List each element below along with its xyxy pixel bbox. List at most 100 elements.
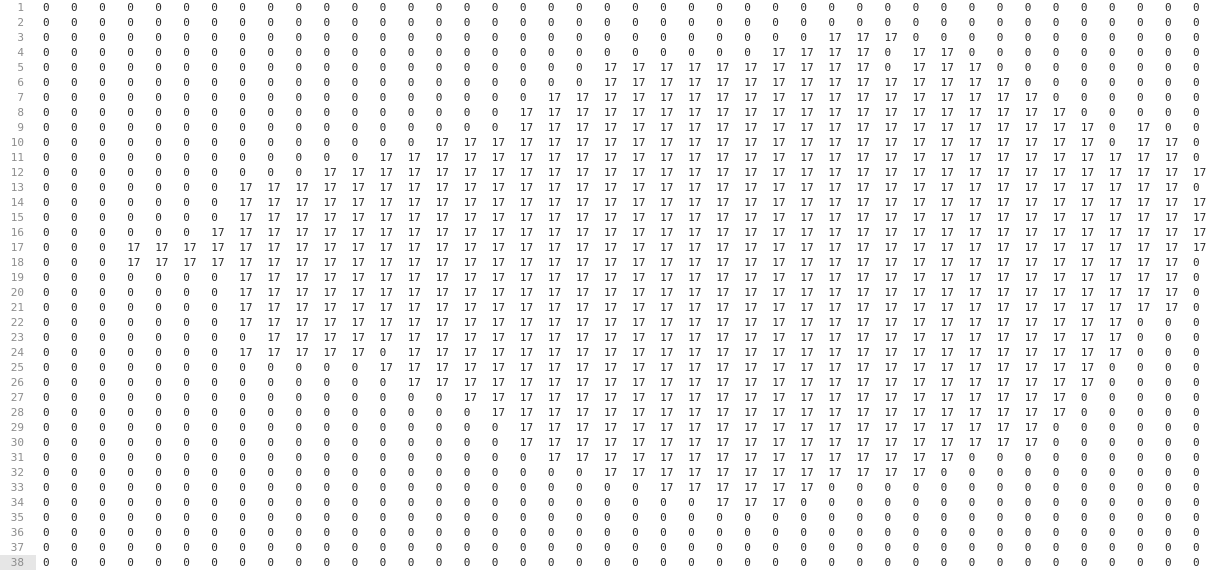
grid-value: 0 xyxy=(71,121,78,134)
grid-value: 0 xyxy=(1165,406,1172,419)
grid-value: 17 xyxy=(940,421,954,434)
grid-value: 17 xyxy=(632,241,646,254)
code-line[interactable]: 0 0 0 0 0 0 0 0 0 0 17 17 17 17 17 17 17 17 17 17 17 17 17 17 17… xyxy=(36,165,1212,180)
grid-value: 0 xyxy=(856,541,864,554)
grid-value: 17 xyxy=(968,406,982,419)
grid-value: 17 xyxy=(856,196,870,209)
grid-value: 17 xyxy=(323,256,337,269)
grid-value: 0 xyxy=(576,526,583,539)
code-line[interactable]: 0 0 0 0 0 0 0 17 17 17 17 17 0 17 17 17 17 17 17 17 17 17 17 17… xyxy=(36,345,1212,360)
grid-value: 17 xyxy=(491,196,506,209)
grid-value: 17 xyxy=(828,271,842,284)
grid-value: 17 xyxy=(688,421,702,434)
grid-value: 17 xyxy=(996,331,1010,344)
code-line[interactable]: 0 0 0 0 0 0 0 0 0 0 0 0 0 0 0 0 0 17 17 17 17 17 17 17 17 17 17 17 1… xyxy=(36,420,1212,435)
grid-value: 17 xyxy=(1108,226,1123,239)
grid-value: 0 xyxy=(1137,511,1144,524)
grid-value: 17 xyxy=(1080,166,1095,179)
grid-value: 17 xyxy=(576,106,590,119)
grid-value: 0 xyxy=(1193,121,1200,134)
code-area[interactable]: 0000000000000000000000000000000000000000… xyxy=(36,0,1212,574)
line-number: 9 xyxy=(17,121,24,134)
grid-value: 0 xyxy=(1024,496,1032,509)
code-line[interactable]: 0 0 0 0 0 0 17 17 17 17 17 17 17 17 17 17 17 17 17 17 17 17 17… xyxy=(36,225,1212,240)
code-line[interactable]: 0 0 0 0 0 0 0 0 0 0 0 0 0 0 0 0 0 0 0 0 17 17 17 17 17 17 17 17 17 17… xyxy=(36,60,1212,75)
code-line[interactable]: 0000000000000000000000000000000000000000… xyxy=(36,540,1212,555)
code-line[interactable]: 0 0 0 0 0 0 0 0 0 0 0 0 0 0 0 0 0 17 17 17 17 17 17 17 17 17 17 17 1… xyxy=(36,435,1212,450)
grid-value: 17 xyxy=(716,361,730,374)
grid-value: 0 xyxy=(1165,346,1172,359)
grid-value: 0 xyxy=(435,421,443,434)
grid-value: 17 xyxy=(716,376,730,389)
grid-value: 17 xyxy=(660,436,674,449)
code-line[interactable]: 0 0 0 0 0 0 0 0 0 0 0 0 0 0 0 0 0 17 17 17 17 17 17 17 17 17 17 17 1… xyxy=(36,120,1212,135)
code-line[interactable]: 0 0 0 0 0 0 0 0 0 0 0 0 0 17 17 17 17 17 17 17 17 17 17 17 17 17 1… xyxy=(36,375,1212,390)
code-line[interactable]: 0 0 0 17 17 17 17 17 17 17 17 17 17 17 17 17 17 17 17 17 17 1… xyxy=(36,240,1212,255)
grid-value: 0 xyxy=(1024,511,1032,524)
grid-value: 0 xyxy=(912,481,920,494)
code-line[interactable]: 0 0 0 0 0 0 0 17 17 17 17 17 17 17 17 17 17 17 17 17 17 17 17 1… xyxy=(36,210,1212,225)
grid-value: 17 xyxy=(884,361,898,374)
code-line[interactable]: 0 0 0 0 0 0 0 0 0 0 0 0 0 0 0 0 0 0 0 0 0 0 17 17 17 17 17 17 0 0 0 0 0 0… xyxy=(36,480,1212,495)
grid-value: 17 xyxy=(856,451,870,464)
code-line[interactable]: 0000000000000000000000000000000000000000… xyxy=(36,15,1212,30)
code-line[interactable]: 0 0 0 17 17 17 17 17 17 17 17 17 17 17 17 17 17 17 17 17 17 1… xyxy=(36,255,1212,270)
code-line[interactable]: 0 0 0 0 0 0 0 0 0 0 0 0 0 0 0 0 0 0 0 0 17 17 17 17 17 17 17 17 17 17… xyxy=(36,75,1212,90)
grid-value: 0 xyxy=(1165,121,1172,134)
code-line[interactable]: 0 0 0 0 0 0 0 0 0 0 0 0 17 17 17 17 17 17 17 17 17 17 17 17 17 17… xyxy=(36,360,1212,375)
grid-value: 17 xyxy=(351,211,365,224)
code-line[interactable]: 0 0 0 0 0 0 0 17 17 17 17 17 17 17 17 17 17 17 17 17 17 17 17 1… xyxy=(36,285,1212,300)
grid-value: 0 xyxy=(463,31,471,44)
grid-value: 0 xyxy=(519,481,527,494)
code-line[interactable]: 0 0 0 0 0 0 0 0 0 0 0 0 0 0 0 0 0 0 0 0 0 0 0 0 0 0 17 17 17 17 0 17 17 0… xyxy=(36,45,1212,60)
code-line[interactable]: 0 0 0 0 0 0 0 17 17 17 17 17 17 17 17 17 17 17 17 17 17 17 17 1… xyxy=(36,270,1212,285)
code-line[interactable]: 0 0 0 0 0 0 0 0 0 0 0 0 0 0 0 0 17 17 17 17 17 17 17 17 17 17 17 17… xyxy=(36,405,1212,420)
grid-value: 17 xyxy=(884,166,898,179)
code-line[interactable]: 0000000000000000000000000000000000000000… xyxy=(36,525,1212,540)
code-line[interactable]: 0 0 0 0 0 0 0 17 17 17 17 17 17 17 17 17 17 17 17 17 17 17 17 1… xyxy=(36,195,1212,210)
grid-value: 0 xyxy=(211,136,218,149)
code-line[interactable]: 0000000000000000000000000000000000000000… xyxy=(36,510,1212,525)
code-line[interactable]: 0 0 0 0 0 0 0 17 17 17 17 17 17 17 17 17 17 17 17 17 17 17 17 1… xyxy=(36,300,1212,315)
grid-value: 0 xyxy=(155,166,162,179)
code-line[interactable]: 0 0 0 0 0 0 0 0 17 17 17 17 17 17 17 17 17 17 17 17 17 17 17 17… xyxy=(36,330,1212,345)
grid-value: 0 xyxy=(183,121,190,134)
code-line[interactable]: 0 0 0 0 0 0 0 0 0 0 0 0 0 0 17 17 17 17 17 17 17 17 17 17 17 17 17… xyxy=(36,135,1212,150)
code-line[interactable]: 0 0 0 0 0 0 0 0 0 0 0 0 0 0 0 0 0 0 17 17 17 17 17 17 17 17 17 17 17… xyxy=(36,450,1212,465)
code-line[interactable]: 0 0 0 0 0 0 0 0 0 0 0 0 0 0 0 0 0 17 17 17 17 17 17 17 17 17 17 17 1… xyxy=(36,105,1212,120)
grid-value: 17 xyxy=(351,301,365,314)
grid-value: 17 xyxy=(800,241,814,254)
grid-value: 0 xyxy=(435,496,443,509)
code-line[interactable]: 0 0 0 0 0 0 0 0 0 0 0 0 0 0 0 0 0 0 0 0 17 17 17 17 17 17 17 17 17 17… xyxy=(36,465,1212,480)
grid-value: 17 xyxy=(884,91,898,104)
grid-value: 17 xyxy=(435,151,449,164)
grid-value: 0 xyxy=(576,511,583,524)
text-editor[interactable]: 1 2 3 4 5 6 7 8 9 10 11 12 13 14 15 16 17 18 19 20 21 22 23 24 2… xyxy=(0,0,1212,574)
grid-value: 17 xyxy=(912,121,926,134)
grid-value: 0 xyxy=(407,16,415,29)
code-line[interactable]: 0 0 0 0 0 0 0 0 0 0 0 0 0 0 0 0 0 0 0 0 0 0 0 0 17 17 17 0 0 0 0 0 0 0 0 0 0… xyxy=(36,495,1212,510)
grid-value: 17 xyxy=(491,136,506,149)
code-line[interactable]: 0 0 0 0 0 0 0 17 17 17 17 17 17 17 17 17 17 17 17 17 17 17 17 1… xyxy=(36,315,1212,330)
code-line[interactable]: 0 0 0 0 0 0 0 0 0 0 0 0 0 0 0 0 0 0 17 17 17 17 17 17 17 17 17 17 17… xyxy=(36,90,1212,105)
grid-value: 17 xyxy=(940,256,954,269)
grid-value: 17 xyxy=(660,166,674,179)
grid-value: 17 xyxy=(576,391,590,404)
grid-value: 17 xyxy=(1080,346,1095,359)
grid-value: 17 xyxy=(828,361,842,374)
code-line[interactable]: 0 0 0 0 0 0 0 0 0 0 0 0 0 0 0 0 0 0 0 0 0 0 0 0 0 0 0 0 17 17 17 0 0 0 0 0 0… xyxy=(36,30,1212,45)
code-line[interactable]: 0 0 0 0 0 0 0 0 0 0 0 0 0 0 0 17 17 17 17 17 17 17 17 17 17 17 17 1… xyxy=(36,390,1212,405)
grid-value: 17 xyxy=(856,91,870,104)
code-line[interactable]: 0000000000000000000000000000000000000000… xyxy=(36,0,1212,15)
grid-value: 17 xyxy=(267,271,281,284)
grid-value: 17 xyxy=(463,226,478,239)
code-line[interactable]: 0000000000000000000000000000000000000000… xyxy=(36,555,1212,570)
grid-value: 17 xyxy=(772,286,786,299)
code-line[interactable]: 0 0 0 0 0 0 0 0 0 0 0 0 17 17 17 17 17 17 17 17 17 17 17 17 17 17… xyxy=(36,150,1212,165)
grid-value: 0 xyxy=(127,31,134,44)
grid-value: 0 xyxy=(1193,466,1200,479)
grid-value: 0 xyxy=(267,1,275,14)
grid-value: 17 xyxy=(239,241,253,254)
code-line[interactable]: 0 0 0 0 0 0 0 17 17 17 17 17 17 17 17 17 17 17 17 17 17 17 17 1… xyxy=(36,180,1212,195)
grid-value: 0 xyxy=(211,346,218,359)
